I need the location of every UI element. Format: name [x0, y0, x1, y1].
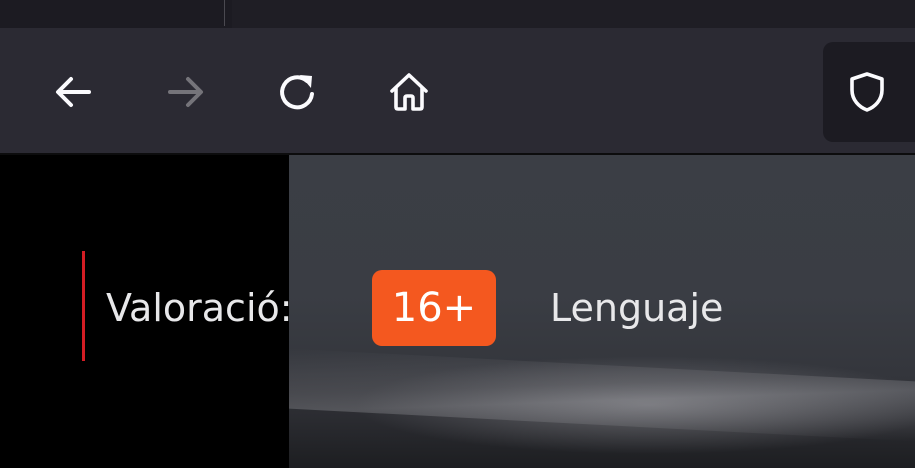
reload-button[interactable]	[270, 64, 326, 120]
rating-badge: 16+	[372, 270, 496, 346]
active-tab[interactable]	[232, 0, 915, 28]
hero-light-streak	[289, 348, 915, 442]
accent-bar	[82, 251, 85, 361]
forward-button[interactable]	[158, 64, 214, 120]
arrow-left-icon	[56, 77, 91, 107]
shield-icon	[850, 72, 884, 112]
url-bar[interactable]	[823, 42, 915, 142]
arrow-right-icon	[168, 77, 203, 107]
reload-icon	[280, 75, 314, 110]
rating-label: Valoració:	[106, 286, 293, 330]
navigation-toolbar	[0, 28, 915, 155]
web-page-content: Valoració: 16+ Lenguaje	[0, 155, 915, 468]
tab-strip	[0, 0, 915, 28]
language-label: Lenguaje	[550, 286, 724, 330]
home-icon	[390, 73, 428, 111]
home-button[interactable]	[381, 64, 437, 120]
back-button[interactable]	[45, 64, 101, 120]
tab-separator	[224, 0, 225, 26]
tracking-protection-button[interactable]	[839, 64, 895, 120]
